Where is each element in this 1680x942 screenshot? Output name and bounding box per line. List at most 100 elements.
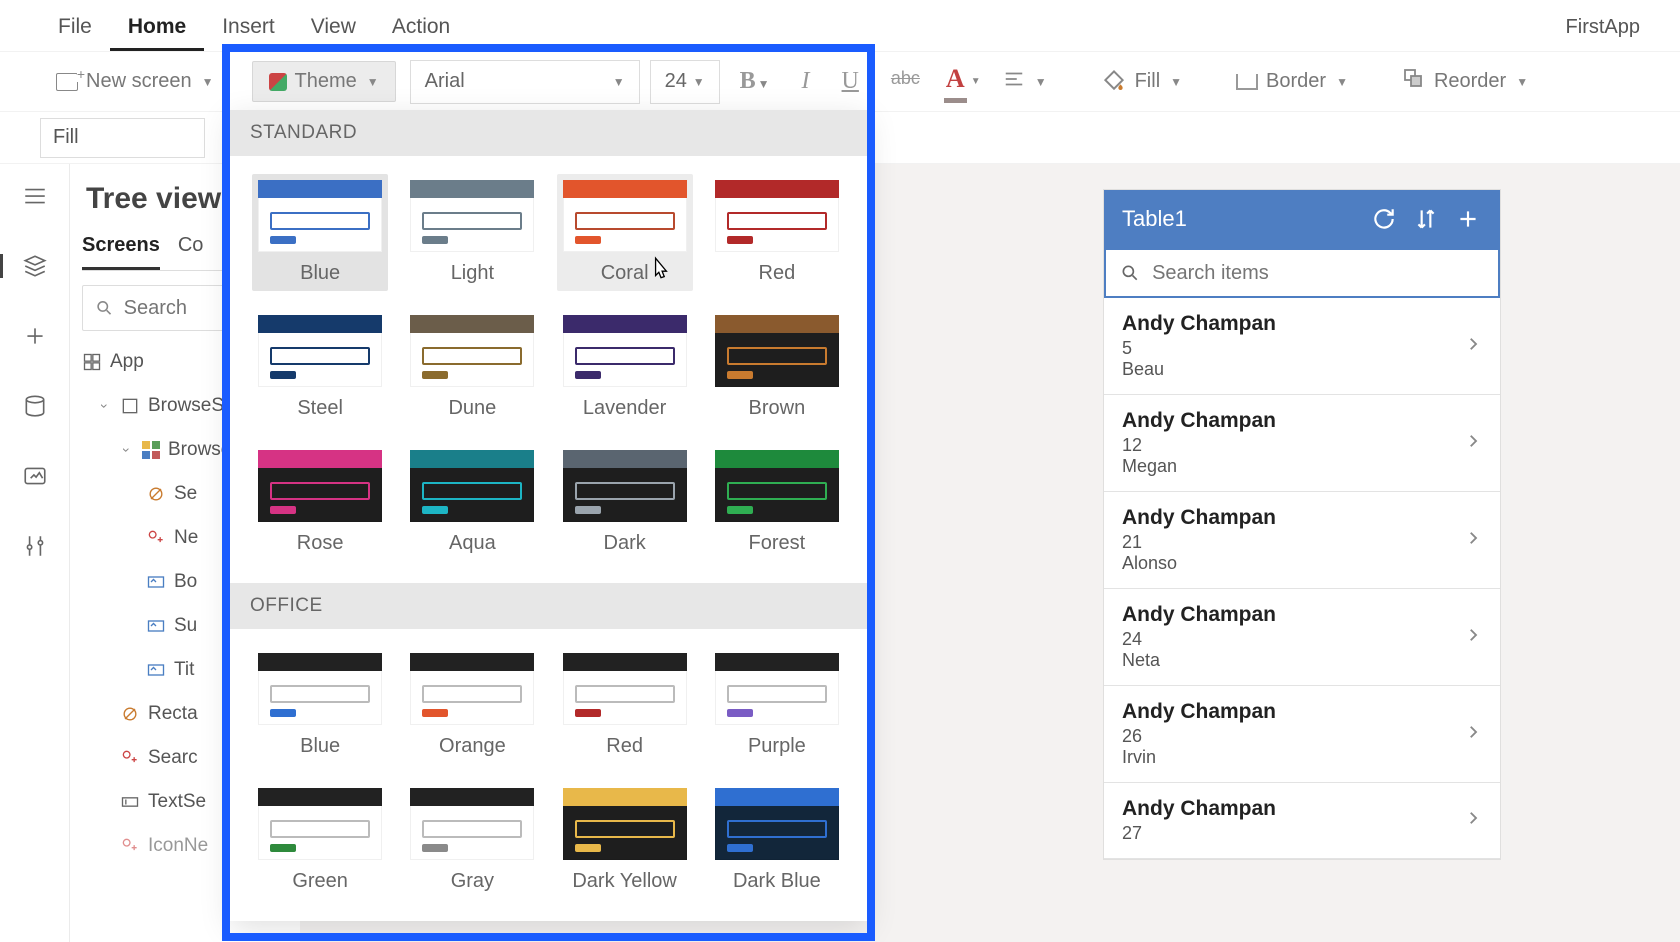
tree-view-icon[interactable] <box>21 252 49 280</box>
menu-view[interactable]: View <box>293 7 374 51</box>
new-screen-button[interactable]: New screen ▼ <box>40 62 230 101</box>
menu-insert[interactable]: Insert <box>204 7 293 51</box>
screen-icon <box>120 396 140 416</box>
theme-option-dune[interactable]: Dune <box>404 309 540 426</box>
tree-node-label: Searc <box>148 747 198 769</box>
chevron-down-icon: ▼ <box>1336 75 1348 89</box>
app-name-label: FirstApp <box>1566 16 1640 51</box>
theme-option-coral[interactable]: Coral <box>557 174 693 291</box>
theme-option-orange[interactable]: Orange <box>404 647 540 764</box>
theme-name-label: Green <box>292 870 348 893</box>
theme-name-label: Blue <box>300 735 340 758</box>
sort-icon[interactable] <box>1412 205 1440 233</box>
theme-swatch <box>715 180 839 252</box>
tree-node-label: Su <box>174 615 197 637</box>
font-family-value: Arial <box>425 70 465 93</box>
app-icon <box>82 352 102 372</box>
italic-button[interactable]: I <box>796 64 816 99</box>
tree-node-label: Tit <box>174 659 194 681</box>
item-line2: 27 <box>1122 823 1464 844</box>
theme-name-label: Orange <box>439 735 506 758</box>
theme-name-label: Red <box>759 262 796 285</box>
theme-option-lavender[interactable]: Lavender <box>557 309 693 426</box>
theme-option-blue[interactable]: Blue <box>252 174 388 291</box>
label-icon <box>146 572 166 592</box>
tools-rail-icon[interactable] <box>21 532 49 560</box>
list-item[interactable]: Andy Champan 27 <box>1104 783 1500 859</box>
strikethrough-button[interactable]: abc <box>885 64 926 99</box>
theme-option-forest[interactable]: Forest <box>709 444 845 561</box>
item-name: Andy Champan <box>1122 312 1464 336</box>
theme-dropdown-panel[interactable]: STANDARD Blue Light Coral Red <box>230 110 867 921</box>
align-button[interactable]: ▼ <box>987 60 1063 104</box>
tree-node-label: Browse <box>168 439 231 461</box>
chevron-down-icon: ▼ <box>1516 75 1528 89</box>
theme-option-blue[interactable]: Blue <box>252 647 388 764</box>
device-search[interactable] <box>1104 248 1500 298</box>
icon-control-icon <box>120 836 140 856</box>
font-size-select[interactable]: 24 ▼ <box>650 60 720 104</box>
item-line2: 12 <box>1122 435 1464 456</box>
list-item[interactable]: Andy Champan 12 Megan <box>1104 395 1500 492</box>
theme-option-red[interactable]: Red <box>709 174 845 291</box>
theme-option-gray[interactable]: Gray <box>404 782 540 899</box>
list-item[interactable]: Andy Champan 24 Neta <box>1104 589 1500 686</box>
theme-name-label: Blue <box>300 262 340 285</box>
theme-swatch <box>715 450 839 522</box>
property-selector[interactable]: Fill <box>40 118 205 158</box>
chevron-down-icon: ▼ <box>367 75 379 89</box>
theme-option-light[interactable]: Light <box>404 174 540 291</box>
font-color-button[interactable]: A▼ <box>946 64 965 99</box>
data-rail-icon[interactable] <box>21 392 49 420</box>
theme-option-dark-blue[interactable]: Dark Blue <box>709 782 845 899</box>
theme-swatch <box>563 450 687 522</box>
bold-button[interactable]: B▼ <box>734 64 776 99</box>
theme-option-dark-yellow[interactable]: Dark Yellow <box>557 782 693 899</box>
theme-option-aqua[interactable]: Aqua <box>404 444 540 561</box>
theme-option-dark[interactable]: Dark <box>557 444 693 561</box>
insert-rail-icon[interactable] <box>21 322 49 350</box>
theme-option-steel[interactable]: Steel <box>252 309 388 426</box>
new-screen-icon <box>56 73 78 91</box>
theme-swatch <box>410 653 534 725</box>
device-search-input[interactable] <box>1152 262 1484 285</box>
list-item[interactable]: Andy Champan 26 Irvin <box>1104 686 1500 783</box>
list-item[interactable]: Andy Champan 5 Beau <box>1104 298 1500 395</box>
gallery-icon <box>142 441 160 459</box>
fill-button[interactable]: Fill ▼ <box>1085 58 1198 106</box>
theme-swatch <box>563 788 687 860</box>
device-preview: Table1 Andy Champan 5 Beau Andy Champan … <box>1104 190 1500 859</box>
menu-action[interactable]: Action <box>374 7 468 51</box>
refresh-icon[interactable] <box>1370 205 1398 233</box>
chevron-down-icon: ▼ <box>1035 75 1047 89</box>
menu-file[interactable]: File <box>40 7 110 51</box>
tab-screens[interactable]: Screens <box>82 234 160 270</box>
theme-option-brown[interactable]: Brown <box>709 309 845 426</box>
tree-node-label: Se <box>174 483 197 505</box>
border-button[interactable]: Border ▼ <box>1220 62 1364 101</box>
theme-option-green[interactable]: Green <box>252 782 388 899</box>
list-item[interactable]: Andy Champan 21 Alonso <box>1104 492 1500 589</box>
font-family-select[interactable]: Arial ▼ <box>410 60 640 104</box>
hamburger-icon[interactable] <box>21 182 49 210</box>
shape-icon <box>146 484 166 504</box>
textinput-icon <box>120 792 140 812</box>
theme-option-rose[interactable]: Rose <box>252 444 388 561</box>
icon-control-icon <box>120 748 140 768</box>
device-header: Table1 <box>1104 190 1500 248</box>
media-rail-icon[interactable] <box>21 462 49 490</box>
chevron-down-icon: › <box>97 399 113 413</box>
add-icon[interactable] <box>1454 205 1482 233</box>
theme-swatch <box>715 315 839 387</box>
fill-bucket-icon <box>1101 66 1127 98</box>
menu-home[interactable]: Home <box>110 7 204 51</box>
chevron-right-icon <box>1464 809 1482 832</box>
theme-option-purple[interactable]: Purple <box>709 647 845 764</box>
underline-button[interactable]: U <box>836 64 865 99</box>
reorder-button[interactable]: Reorder ▼ <box>1386 59 1544 105</box>
tab-components[interactable]: Co <box>178 234 204 270</box>
theme-button[interactable]: Theme ▼ <box>252 61 396 102</box>
border-label: Border <box>1266 70 1326 93</box>
theme-option-red[interactable]: Red <box>557 647 693 764</box>
item-line3: Irvin <box>1122 747 1464 768</box>
